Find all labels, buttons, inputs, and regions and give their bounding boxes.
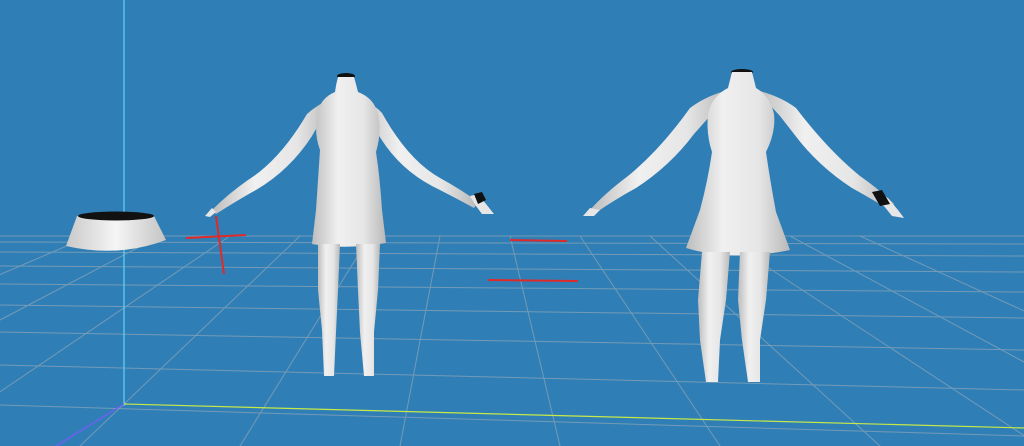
skirt-mesh[interactable] [66,211,166,251]
viewport-scene[interactable] [0,0,1024,446]
avatar-left[interactable] [205,73,494,376]
3d-viewport[interactable] [0,0,1024,446]
z-axis-line [55,403,125,446]
avatar-right[interactable] [583,69,904,382]
